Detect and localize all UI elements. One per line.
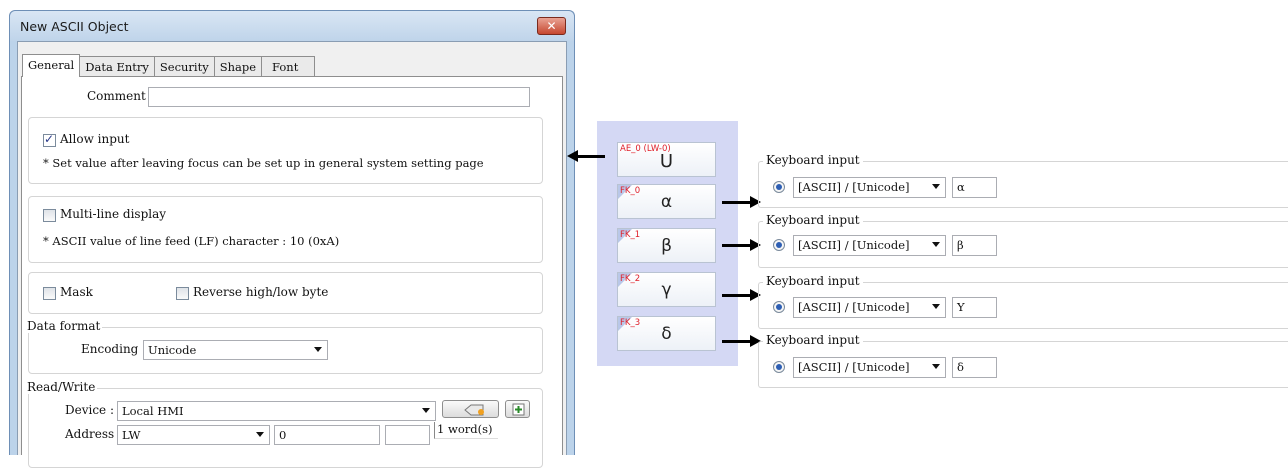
multiline-label: Multi-line display (60, 207, 167, 221)
keyboard-mode-value: [ASCII] / [Unicode] (798, 180, 910, 194)
function-key-0[interactable]: FK_0 α (617, 184, 716, 219)
keyboard-mode-value: [ASCII] / [Unicode] (798, 238, 910, 252)
function-key-glyph: δ (661, 324, 672, 344)
tab-general[interactable]: General (22, 54, 81, 77)
comment-input[interactable] (148, 87, 530, 107)
keyboard-input-legend: Keyboard input (763, 274, 863, 288)
keyboard-input-radio[interactable] (773, 301, 785, 313)
keyboard-input-group-2: Keyboard input [ASCII] / [Unicode] Υ (758, 274, 1288, 329)
close-button[interactable]: ✕ (537, 17, 566, 35)
function-key-2[interactable]: FK_2 γ (617, 272, 716, 307)
function-key-1[interactable]: FK_1 β (617, 228, 716, 263)
keyboard-value-input[interactable]: α (952, 177, 997, 198)
tab-font[interactable]: Font (261, 56, 316, 77)
keyboard-mode-select[interactable]: [ASCII] / [Unicode] (793, 357, 946, 378)
allow-input-checkbox[interactable] (43, 132, 56, 147)
read-write-legend: Read/Write (25, 380, 98, 394)
device-select[interactable]: Local HMI (117, 401, 436, 421)
device-label: Device : (65, 403, 115, 417)
keyboard-mode-select[interactable]: [ASCII] / [Unicode] (793, 297, 946, 318)
function-key-glyph: β (661, 236, 672, 256)
keyboard-value-input[interactable]: Υ (952, 297, 997, 318)
keyboard-input-radio[interactable] (773, 181, 785, 193)
keyboard-value-input[interactable]: β (952, 235, 997, 256)
device-value: Local HMI (122, 404, 184, 418)
allow-input-note: * Set value after leaving focus can be s… (43, 156, 484, 170)
keyboard-mode-value: [ASCII] / [Unicode] (798, 300, 910, 314)
mask-checkbox[interactable] (43, 287, 56, 300)
tab-strip: General Data Entry Security Shape Font (22, 54, 316, 77)
dialog-client-area: General Data Entry Security Shape Font C… (17, 41, 567, 468)
multiline-checkbox[interactable] (43, 209, 56, 222)
address-input[interactable]: 0 (274, 425, 380, 445)
chevron-down-icon (256, 432, 264, 437)
reverse-byte-checkbox[interactable] (176, 287, 189, 300)
encoding-label: Encoding : (81, 342, 147, 356)
allow-input-label: Allow input (60, 132, 130, 146)
read-write-group: Read/Write Device : Local HMI Address: … (25, 380, 543, 468)
data-format-legend: Data format (25, 319, 103, 333)
multiline-group: Multi-line display * ASCII value of line… (28, 196, 543, 263)
lf-note: * ASCII value of line feed (LF) characte… (43, 234, 340, 248)
keyboard-input-group-3: Keyboard input [ASCII] / [Unicode] δ (758, 333, 1288, 388)
data-format-group: Data format Encoding : Unicode (25, 319, 543, 374)
device-settings-button[interactable] (442, 400, 499, 418)
word-count: 1 word(s) (434, 422, 499, 439)
tab-shape[interactable]: Shape (213, 56, 263, 77)
reverse-byte-label: Reverse high/low byte (193, 285, 329, 299)
keyboard-input-legend: Keyboard input (763, 213, 863, 227)
new-ascii-object-dialog: New ASCII Object ✕ General Data Entry Se… (9, 10, 575, 468)
function-key-glyph: α (660, 192, 673, 212)
address-index-input[interactable] (385, 425, 430, 445)
keyboard-input-legend: Keyboard input (763, 333, 863, 347)
ascii-display-object[interactable]: AE_0 (LW-0) U (617, 142, 716, 177)
keyboard-input-group-0: Keyboard input [ASCII] / [Unicode] α (758, 153, 1288, 208)
display-glyph: U (659, 151, 674, 172)
keyboard-input-radio[interactable] (773, 361, 785, 373)
encoding-select[interactable]: Unicode (143, 340, 328, 360)
chevron-down-icon (932, 304, 940, 309)
keyboard-mode-select[interactable]: [ASCII] / [Unicode] (793, 235, 946, 256)
tab-security[interactable]: Security (153, 56, 215, 77)
tag-icon (464, 404, 484, 416)
function-key-3[interactable]: FK_3 δ (617, 316, 716, 351)
mask-label: Mask (60, 285, 93, 299)
chevron-down-icon (932, 242, 940, 247)
add-icon (512, 403, 525, 416)
encoding-value: Unicode (148, 343, 197, 357)
tab-data-entry[interactable]: Data Entry (79, 56, 155, 77)
keyboard-value-input[interactable]: δ (952, 357, 997, 378)
address-type-select[interactable]: LW (117, 425, 270, 445)
chevron-down-icon (932, 364, 940, 369)
function-key-glyph: γ (661, 280, 672, 300)
keyboard-input-group-1: Keyboard input [ASCII] / [Unicode] β (758, 213, 1288, 268)
mask-group: Mask Reverse high/low byte (28, 272, 543, 314)
keyboard-mode-select[interactable]: [ASCII] / [Unicode] (793, 177, 946, 198)
allow-input-group: Allow input * Set value after leaving fo… (28, 117, 543, 184)
dialog-title: New ASCII Object (20, 19, 129, 34)
comment-label: Comment : (87, 89, 154, 103)
general-panel: Comment : Allow input * Set value after … (21, 76, 563, 468)
title-bar: New ASCII Object ✕ (10, 11, 574, 41)
address-label: Address : (65, 427, 123, 441)
keyboard-input-legend: Keyboard input (763, 153, 863, 167)
keyboard-input-radio[interactable] (773, 239, 785, 251)
chevron-down-icon (932, 184, 940, 189)
address-type-value: LW (122, 428, 141, 442)
chevron-down-icon (422, 408, 430, 413)
add-device-button[interactable] (505, 400, 530, 418)
keyboard-mode-value: [ASCII] / [Unicode] (798, 360, 910, 374)
chevron-down-icon (314, 347, 322, 352)
